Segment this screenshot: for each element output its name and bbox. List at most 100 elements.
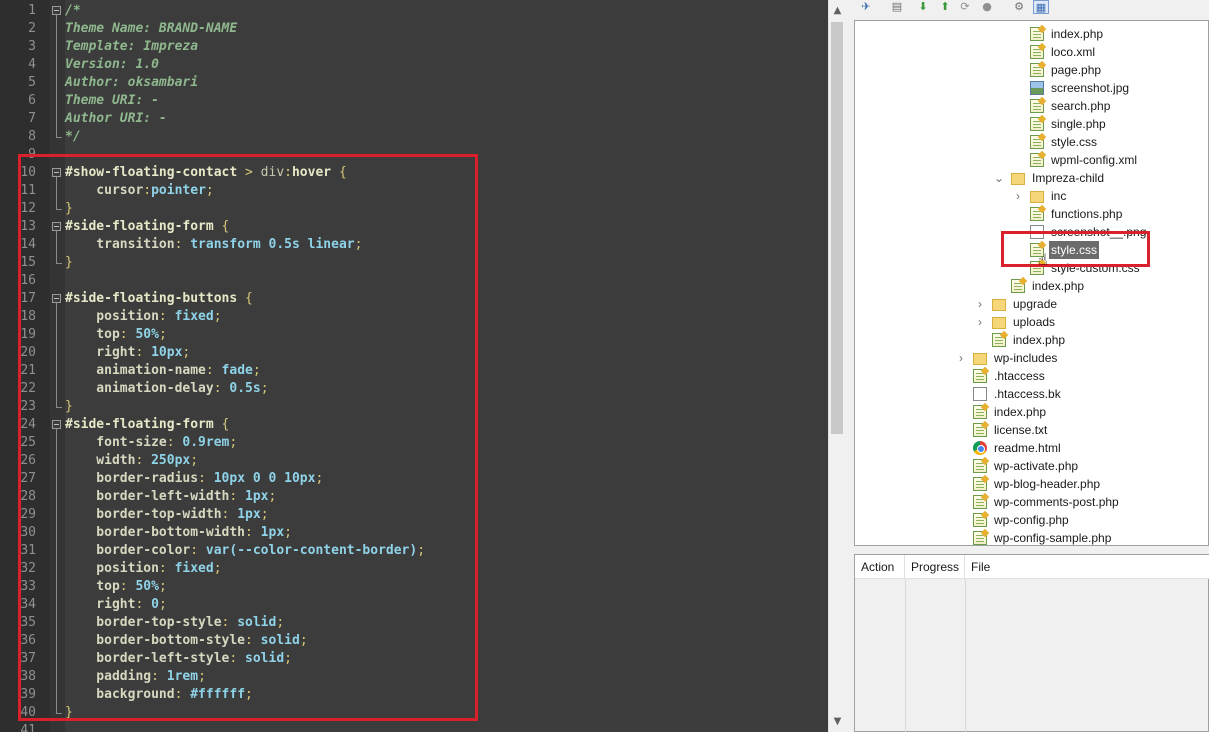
upload-arrow-icon[interactable]: ⬆ <box>937 0 953 14</box>
line-number: 28 <box>20 489 36 504</box>
code-line[interactable]: 20 right: 10px; <box>0 344 828 362</box>
fold-toggle-icon[interactable] <box>52 168 61 177</box>
fold-marker <box>50 110 65 128</box>
column-progress[interactable]: Progress <box>905 555 965 579</box>
code-line[interactable]: 12} <box>0 200 828 218</box>
line-number: 38 <box>20 669 36 684</box>
connect-icon[interactable]: ✈ <box>858 0 874 14</box>
code-line[interactable]: 10 #show-floating-contact > div:hover { <box>0 164 828 182</box>
view-toggle-icon[interactable]: ▦ <box>1033 0 1049 14</box>
chevron-right-icon[interactable]: › <box>1011 187 1025 205</box>
code-line[interactable]: 4 Version: 1.0 <box>0 56 828 74</box>
code-line[interactable]: 41 <box>0 722 828 732</box>
code-line[interactable]: 30 border-bottom-width: 1px; <box>0 524 828 542</box>
code-line[interactable]: 33 top: 50%; <box>0 578 828 596</box>
code-line[interactable]: 39 background: #ffffff; <box>0 686 828 704</box>
code-line[interactable]: 29 border-top-width: 1px; <box>0 506 828 524</box>
tree-item-label: wp-config-sample.php <box>994 531 1112 545</box>
horizontal-splitter[interactable] <box>853 546 1209 554</box>
open-icon[interactable]: ▤ <box>889 0 905 14</box>
code-token: ; <box>252 363 261 378</box>
chevron-right-icon[interactable]: › <box>973 295 987 313</box>
stop-icon[interactable]: ● <box>979 0 995 14</box>
settings-gear-icon[interactable]: ⚙ <box>1011 0 1027 14</box>
fold-marker <box>50 164 65 182</box>
fold-toggle-icon[interactable] <box>52 222 61 231</box>
code-line[interactable]: 9 <box>0 146 828 164</box>
code-line[interactable]: 19 top: 50%; <box>0 326 828 344</box>
code-text: Version: 1.0 <box>65 56 159 74</box>
scroll-down-arrow-icon[interactable]: ▼ <box>829 713 846 730</box>
fold-marker <box>50 38 65 56</box>
code-text: } <box>65 200 73 218</box>
fold-marker <box>50 74 65 92</box>
fold-toggle-icon[interactable] <box>52 420 61 429</box>
code-line[interactable]: 15} <box>0 254 828 272</box>
code-token: var(--color-content-border) <box>205 543 418 558</box>
code-line[interactable]: 7 Author URI: - <box>0 110 828 128</box>
chevron-right-icon[interactable]: › <box>954 349 968 367</box>
code-line[interactable]: 27 border-radius: 10px 0 0 10px; <box>0 470 828 488</box>
code-line[interactable]: 23} <box>0 398 828 416</box>
code-line[interactable]: 16 <box>0 272 828 290</box>
fold-marker <box>50 578 65 596</box>
code-editor[interactable]: 1 /* 2 Theme Name: BRAND-NAME 3 Template: Imp… <box>0 0 828 732</box>
code-token: 0.5s <box>229 381 261 396</box>
code-line[interactable]: 22 animation-delay: 0.5s; <box>0 380 828 398</box>
code-line[interactable]: 8 */ <box>0 128 828 146</box>
code-line[interactable]: 36 border-bottom-style: solid; <box>0 632 828 650</box>
code-line[interactable]: 1 /* <box>0 2 828 20</box>
editor-vertical-scrollbar[interactable]: ▲ ▼ <box>828 0 845 732</box>
scroll-up-arrow-icon[interactable]: ▲ <box>829 2 846 19</box>
tree-item-label: readme.html <box>994 441 1061 455</box>
column-action[interactable]: Action <box>855 555 905 579</box>
code-token: fade <box>221 363 253 378</box>
code-line[interactable]: 31 border-color: var(--color-content-bor… <box>0 542 828 560</box>
code-line[interactable]: 26 width: 250px; <box>0 452 828 470</box>
code-line[interactable]: 18 position: fixed; <box>0 308 828 326</box>
code-token: ; <box>158 579 167 594</box>
chevron-right-icon[interactable]: › <box>973 313 987 331</box>
code-line[interactable]: 5 Author: oksambari <box>0 74 828 92</box>
code-line[interactable]: 14 transition: transform 0.5s linear; <box>0 236 828 254</box>
code-line[interactable]: 28 border-left-width: 1px; <box>0 488 828 506</box>
code-line[interactable]: 25 font-size: 0.9rem; <box>0 434 828 452</box>
code-token: { <box>213 417 230 432</box>
code-token: : <box>229 489 246 504</box>
column-file[interactable]: File <box>965 555 1209 579</box>
code-line[interactable]: 3 Template: Impreza <box>0 38 828 56</box>
fold-toggle-icon[interactable] <box>52 294 61 303</box>
code-text: right: 0; <box>65 596 166 614</box>
code-line[interactable]: 21 animation-name: fade; <box>0 362 828 380</box>
code-token: 1px <box>260 525 285 540</box>
download-arrow-icon[interactable]: ⬇ <box>915 0 931 14</box>
code-text: #side-floating-form { <box>65 416 229 434</box>
line-number: 20 <box>20 345 36 360</box>
code-line[interactable]: 35 border-top-style: solid; <box>0 614 828 632</box>
pane-splitter[interactable] <box>845 0 853 732</box>
fold-toggle-icon[interactable] <box>52 6 61 15</box>
code-token: ; <box>260 507 269 522</box>
tree-item-label: license.txt <box>994 423 1048 437</box>
code-token: ; <box>315 471 324 486</box>
file-tree[interactable]: index.php loco.xml page.php screenshot.jpg s… <box>854 20 1209 546</box>
code-text: right: 10px; <box>65 344 190 362</box>
code-line[interactable]: 2 Theme Name: BRAND-NAME <box>0 20 828 38</box>
code-line[interactable]: 32 position: fixed; <box>0 560 828 578</box>
chevron-down-icon[interactable]: ⌄ <box>992 169 1006 187</box>
code-line[interactable]: 17 #side-floating-buttons { <box>0 290 828 308</box>
code-lines[interactable]: 1 /* 2 Theme Name: BRAND-NAME 3 Template: Imp… <box>0 2 828 732</box>
fold-marker <box>50 344 65 362</box>
refresh-icon[interactable]: ⟳ <box>957 0 973 14</box>
code-line[interactable]: 11 cursor:pointer; <box>0 182 828 200</box>
code-line[interactable]: 34 right: 0; <box>0 596 828 614</box>
code-line[interactable]: 38 padding: 1rem; <box>0 668 828 686</box>
code-line[interactable]: 37 border-left-style: solid; <box>0 650 828 668</box>
code-line[interactable]: 24 #side-floating-form { <box>0 416 828 434</box>
transfer-queue: Action Progress File <box>854 554 1209 732</box>
code-line[interactable]: 40} <box>0 704 828 722</box>
code-line[interactable]: 6 Theme URI: - <box>0 92 828 110</box>
scrollbar-thumb[interactable] <box>831 22 843 434</box>
code-token: 0.9rem <box>182 435 230 450</box>
code-line[interactable]: 13 #side-floating-form { <box>0 218 828 236</box>
